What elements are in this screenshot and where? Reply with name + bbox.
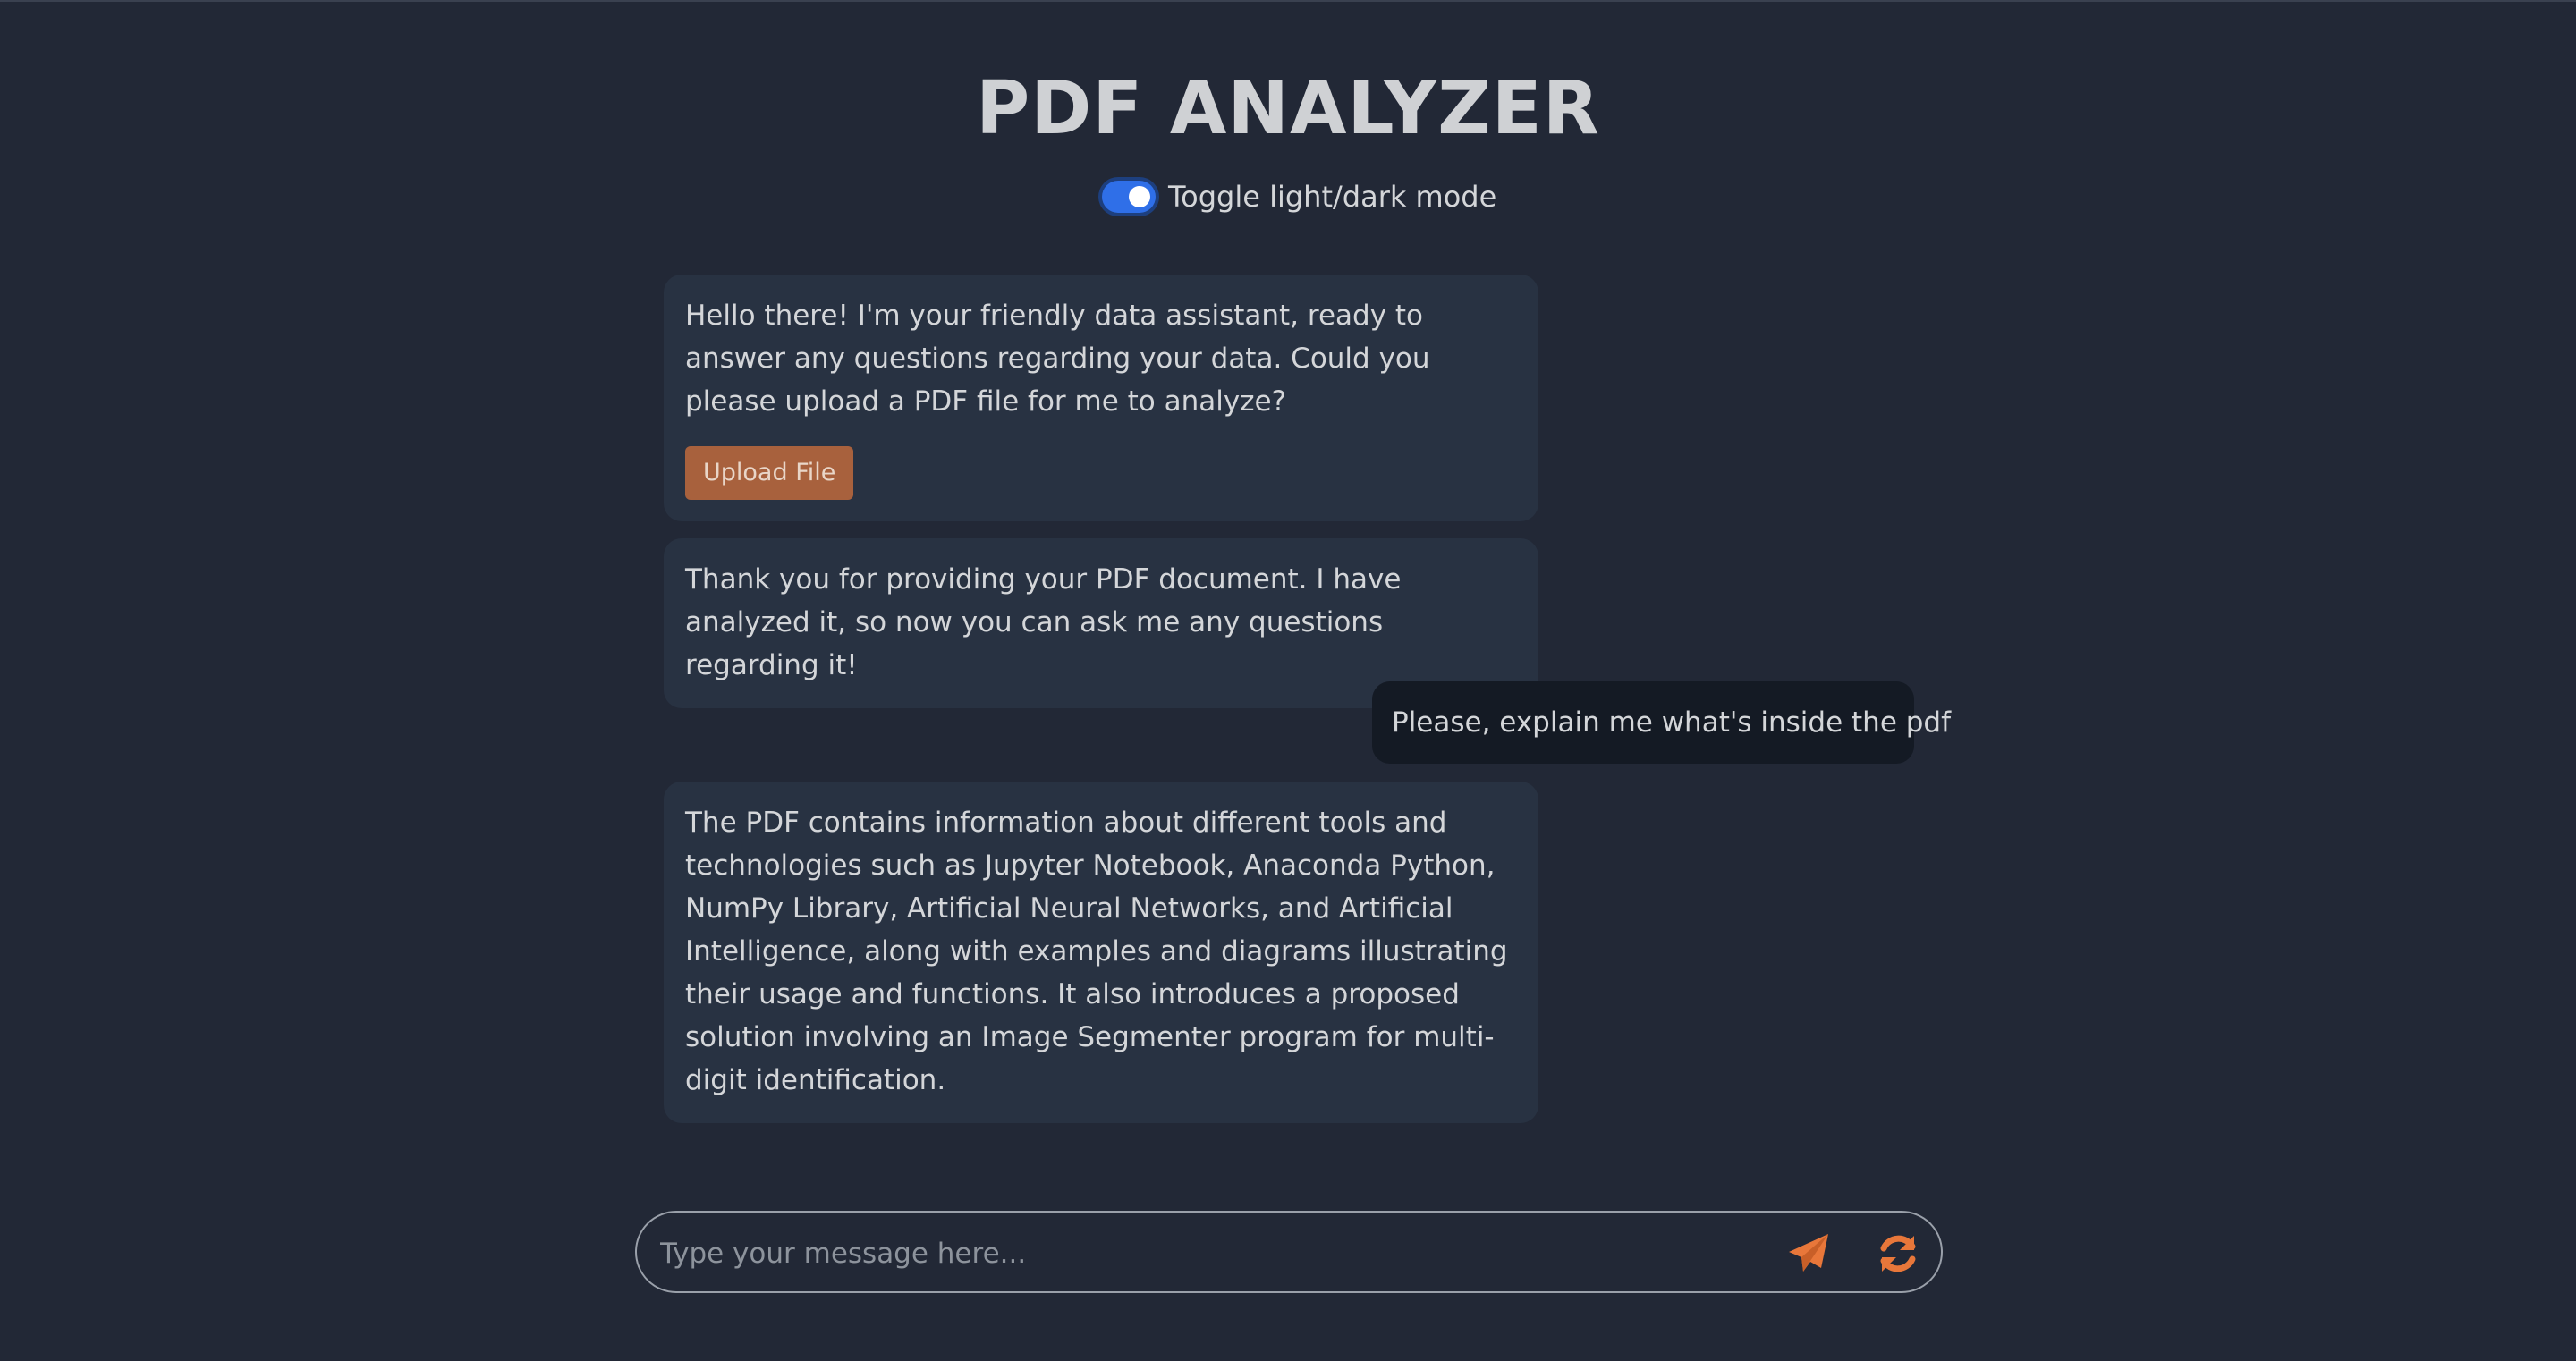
app-page: PDF ANALYZER Toggle light/dark mode Hell… bbox=[0, 0, 2576, 1361]
theme-toggle-row: Toggle light/dark mode bbox=[1102, 177, 1496, 216]
send-button[interactable] bbox=[1785, 1230, 1832, 1277]
theme-toggle-label: Toggle light/dark mode bbox=[1168, 180, 1497, 214]
refresh-button[interactable] bbox=[1875, 1230, 1921, 1277]
user-message: Please, explain me what's inside the pdf bbox=[1372, 681, 1952, 764]
message-text: Please, explain me what's inside the pdf bbox=[1392, 706, 1952, 739]
toggle-knob bbox=[1129, 186, 1150, 207]
message-input[interactable] bbox=[658, 1229, 1690, 1279]
message-text: Thank you for providing your PDF documen… bbox=[685, 563, 1402, 681]
page-title: PDF ANALYZER bbox=[976, 66, 1600, 151]
message-text: The PDF contains information about diffe… bbox=[685, 807, 1508, 1096]
message-composer bbox=[635, 1211, 1943, 1293]
theme-toggle-switch[interactable] bbox=[1102, 181, 1156, 213]
message-text: Hello there! I'm your friendly data assi… bbox=[685, 300, 1430, 418]
paper-plane-icon bbox=[1789, 1234, 1828, 1272]
refresh-icon bbox=[1880, 1235, 1916, 1272]
upload-file-button[interactable]: Upload File bbox=[685, 446, 854, 500]
assistant-message: Hello there! I'm your friendly data assi… bbox=[664, 275, 1538, 521]
assistant-message: The PDF contains information about diffe… bbox=[664, 782, 1538, 1123]
